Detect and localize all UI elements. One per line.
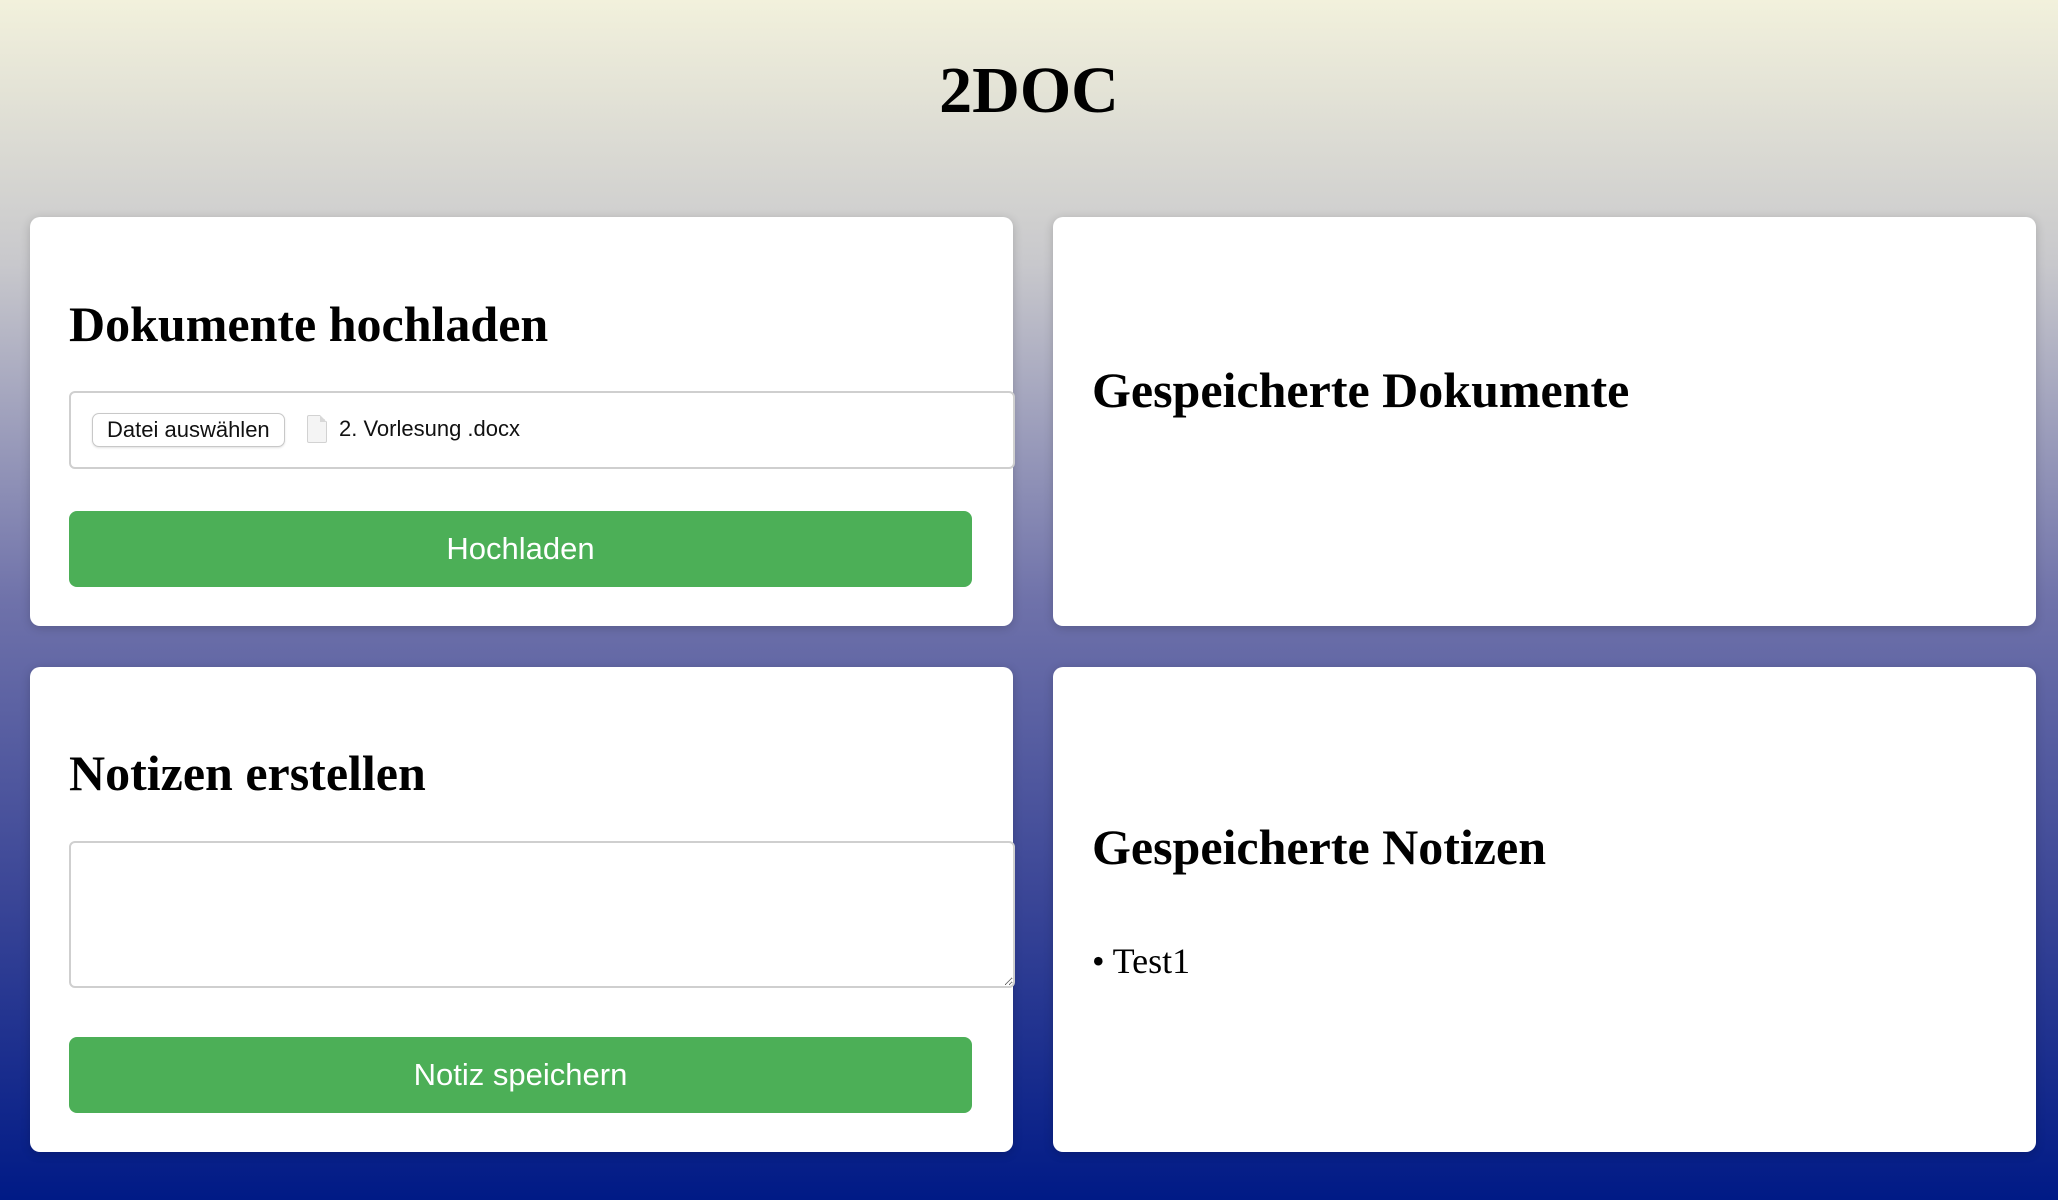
upload-button[interactable]: Hochladen (69, 511, 972, 587)
note-textarea[interactable] (69, 841, 1015, 988)
create-note-heading: Notizen erstellen (69, 745, 426, 801)
selected-file-name: 2. Vorlesung .docx (339, 416, 521, 441)
saved-notes-heading: Gespeicherte Notizen (1092, 819, 1547, 875)
save-note-button[interactable]: Notiz speichern (69, 1037, 972, 1113)
list-bullet: • (1092, 941, 1105, 981)
app-title: 2DOC (939, 54, 1119, 127)
note-list-item: • Test1 (1092, 939, 1190, 983)
note-text: Test1 (1112, 941, 1191, 981)
saved-documents-card: Gespeicherte Dokumente (1053, 217, 2036, 626)
saved-notes-card: Gespeicherte Notizen • Test1 (1053, 667, 2036, 1152)
file-input[interactable]: Datei auswählen 2. Vorlesung .docx (69, 391, 1015, 469)
create-note-card: Notizen erstellen Notiz speichern (30, 667, 1015, 1152)
upload-heading: Dokumente hochladen (69, 296, 549, 352)
saved-notes-list: • Test1 (1092, 939, 1190, 983)
saved-documents-heading: Gespeicherte Dokumente (1092, 362, 1630, 418)
document-file-icon (307, 415, 327, 443)
upload-card: Dokumente hochladen Datei auswählen 2. V… (30, 217, 1015, 626)
choose-file-button[interactable]: Datei auswählen (92, 413, 285, 447)
